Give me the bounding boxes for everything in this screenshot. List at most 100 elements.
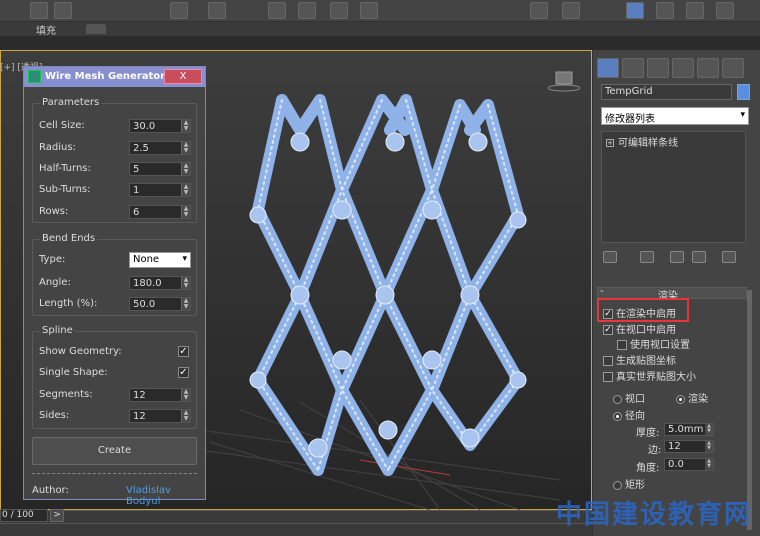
generate-mapping-checkbox[interactable]	[603, 356, 613, 366]
stack-item-editable-spline[interactable]: + 可编辑样条线	[606, 134, 678, 149]
frame-counter[interactable]: 0 / 100	[0, 509, 48, 522]
spinner-arrows-icon[interactable]: ▲ ▼	[181, 163, 190, 175]
sides-value[interactable]: 12	[133, 411, 146, 422]
use-viewport-settings-option[interactable]: 使用视口设置	[617, 336, 690, 351]
object-name-field[interactable]: TempGrid	[601, 84, 732, 100]
segments-value[interactable]: 12	[133, 390, 146, 401]
spinner-arrows-icon[interactable]: ▲ ▼	[181, 389, 190, 401]
rows-spinner[interactable]: 6 ▲ ▼	[129, 205, 191, 219]
sides-spinner[interactable]: 12 ▲ ▼	[129, 409, 191, 423]
next-frame-button[interactable]: >	[50, 509, 64, 522]
half-turns-spinner[interactable]: 5 ▲ ▼	[129, 162, 191, 176]
rows-value[interactable]: 6	[133, 207, 139, 218]
angle-value-panel[interactable]: 0.0	[668, 459, 684, 470]
dialog-titlebar[interactable]: Wire Mesh Generator X	[24, 67, 205, 87]
sides-value-panel[interactable]: 12	[668, 441, 681, 452]
cell-size-spinner[interactable]: 30.0 ▲ ▼	[129, 119, 191, 133]
spinner-arrows-icon[interactable]: ▲ ▼	[181, 410, 190, 422]
pin-stack-icon[interactable]	[603, 251, 617, 263]
spinner-arrows-icon[interactable]: ▲ ▼	[181, 277, 190, 289]
remove-modifier-icon[interactable]	[692, 251, 706, 263]
layer-icon[interactable]	[562, 2, 580, 19]
enable-in-viewport-option[interactable]: ✓ 在视口中启用	[603, 321, 676, 336]
rectangular-radio[interactable]	[613, 480, 622, 490]
segments-spinner[interactable]: 12 ▲ ▼	[129, 388, 191, 402]
render-radio[interactable]	[676, 394, 685, 404]
hierarchy-tab-icon[interactable]	[647, 58, 669, 78]
ribbon-fill-label[interactable]: 填充	[36, 22, 56, 37]
radial-radio[interactable]	[613, 411, 622, 421]
enable-in-viewport-checkbox[interactable]: ✓	[603, 325, 613, 335]
link-icon[interactable]	[170, 2, 188, 19]
thickness-spinner[interactable]: 5.0mm ▲ ▼	[664, 423, 714, 436]
percent-snap-icon[interactable]	[298, 2, 316, 19]
spinner-arrows-icon[interactable]: ▲ ▼	[705, 459, 713, 470]
radius-spinner[interactable]: 2.5 ▲ ▼	[129, 141, 191, 155]
spinner-arrows-icon[interactable]: ▲ ▼	[705, 424, 713, 435]
angle-value[interactable]: 180.0	[133, 278, 162, 289]
sides-spinner-panel[interactable]: 12 ▲ ▼	[664, 440, 714, 453]
utilities-tab-icon[interactable]	[722, 58, 744, 78]
render-radio-option[interactable]: 渲染	[676, 390, 708, 405]
select-move-icon[interactable]	[30, 2, 48, 19]
spinner-arrows-icon[interactable]: ▲ ▼	[181, 142, 190, 154]
create-tab-icon[interactable]	[597, 58, 619, 78]
viewcube-icon[interactable]	[547, 71, 581, 92]
spinner-snap-icon[interactable]	[330, 2, 348, 19]
author-link[interactable]: Vladislav Bodyul	[126, 485, 205, 507]
object-color-swatch[interactable]	[737, 84, 750, 100]
radius-value[interactable]: 2.5	[133, 143, 149, 154]
curve-editor-icon[interactable]	[626, 2, 644, 19]
single-shape-checkbox[interactable]: ✓	[178, 367, 189, 378]
display-tab-icon[interactable]	[697, 58, 719, 78]
render-setup-icon[interactable]	[716, 2, 734, 19]
chevron-down-icon[interactable]: ▾	[182, 254, 187, 264]
select-rotate-icon[interactable]	[54, 2, 72, 19]
modifier-list-dropdown[interactable]: 修改器列表 ▾	[601, 107, 749, 125]
real-world-map-option[interactable]: 真实世界贴图大小	[603, 368, 696, 383]
radial-radio-option[interactable]: 径向	[613, 407, 645, 422]
cell-size-value[interactable]: 30.0	[133, 121, 155, 132]
length-value[interactable]: 50.0	[133, 299, 155, 310]
generate-mapping-option[interactable]: 生成贴图坐标	[603, 352, 676, 367]
snap-icon[interactable]	[208, 2, 226, 19]
thickness-value[interactable]: 5.0mm	[668, 424, 703, 435]
length-spinner[interactable]: 50.0 ▲ ▼	[129, 297, 191, 311]
rectangular-radio-option[interactable]: 矩形	[613, 476, 645, 491]
real-world-map-checkbox[interactable]	[603, 372, 613, 382]
type-dropdown[interactable]: None ▾	[129, 252, 191, 268]
spinner-arrows-icon[interactable]: ▲ ▼	[181, 184, 190, 196]
mirror-icon[interactable]	[360, 2, 378, 19]
sub-turns-spinner[interactable]: 1 ▲ ▼	[129, 183, 191, 197]
modify-tab-icon[interactable]	[622, 58, 644, 78]
time-slider-track[interactable]	[0, 510, 592, 523]
spinner-arrows-icon[interactable]: ▲ ▼	[181, 206, 190, 218]
viewport-radio-option[interactable]: 视口	[613, 390, 645, 405]
spinner-arrows-icon[interactable]: ▲ ▼	[181, 120, 190, 132]
configure-sets-icon[interactable]	[722, 251, 736, 263]
collapse-icon[interactable]: -	[600, 286, 604, 297]
make-unique-icon[interactable]	[670, 251, 684, 263]
create-button[interactable]: Create	[32, 437, 197, 465]
sub-turns-value[interactable]: 1	[133, 185, 139, 196]
half-turns-value[interactable]: 5	[133, 164, 139, 175]
motion-tab-icon[interactable]	[672, 58, 694, 78]
angle-snap-icon[interactable]	[268, 2, 286, 19]
type-value[interactable]: None	[133, 254, 159, 265]
spinner-arrows-icon[interactable]: ▲ ▼	[181, 298, 190, 310]
modifier-stack[interactable]: + 可编辑样条线	[601, 131, 746, 243]
use-viewport-settings-checkbox[interactable]	[617, 340, 627, 350]
viewport-radio[interactable]	[613, 394, 622, 404]
close-button[interactable]: X	[164, 69, 202, 84]
material-editor-icon[interactable]	[686, 2, 704, 19]
show-geometry-checkbox[interactable]: ✓	[178, 346, 189, 357]
chevron-down-icon[interactable]: ▾	[740, 110, 745, 120]
schematic-icon[interactable]	[656, 2, 674, 19]
angle-spinner[interactable]: 180.0 ▲ ▼	[129, 276, 191, 290]
ribbon-dropdown-icon[interactable]	[86, 24, 106, 34]
expand-icon[interactable]: +	[606, 139, 614, 147]
align-icon[interactable]	[530, 2, 548, 19]
spinner-arrows-icon[interactable]: ▲ ▼	[705, 441, 713, 452]
angle-spinner-panel[interactable]: 0.0 ▲ ▼	[664, 458, 714, 471]
show-end-result-icon[interactable]	[640, 251, 654, 263]
